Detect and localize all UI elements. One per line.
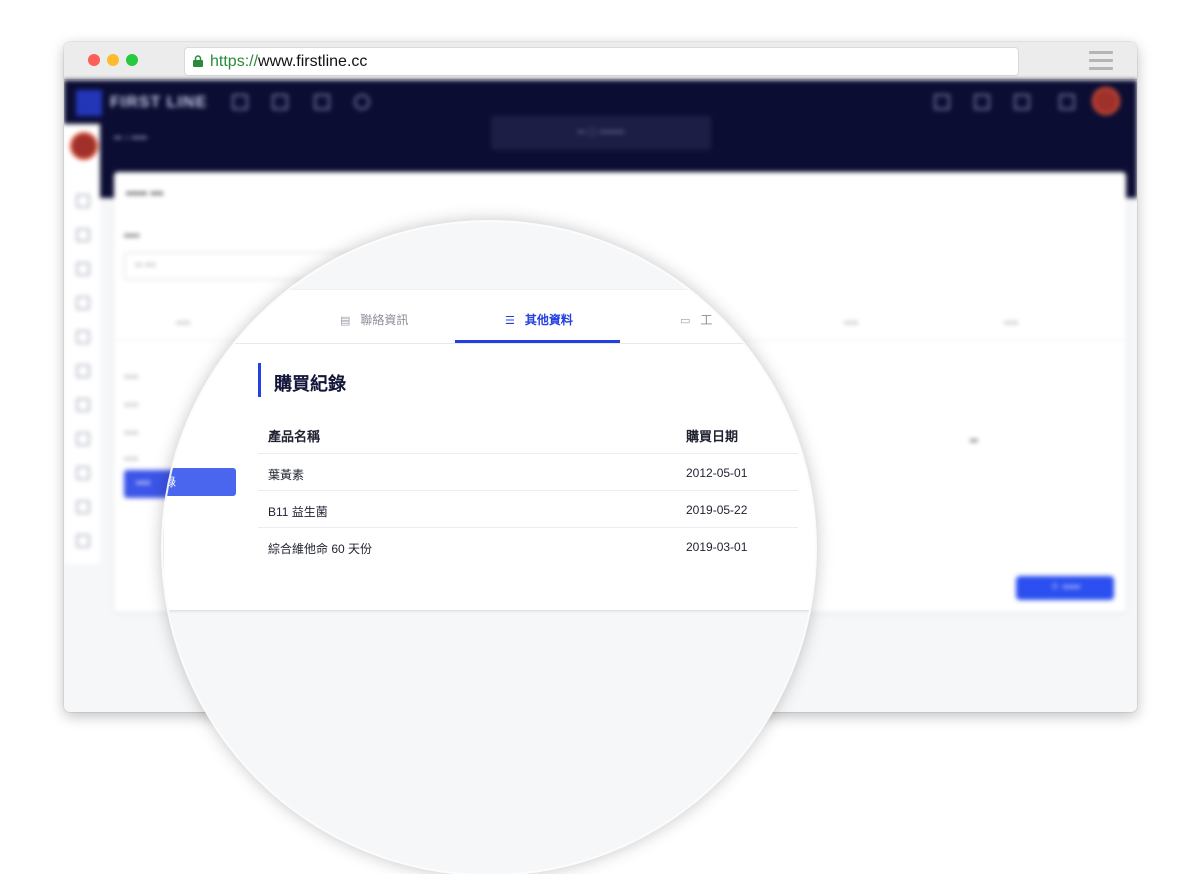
section-accent-bar (258, 363, 261, 397)
cell-product: 綜合維他命 60 天份 (268, 542, 373, 556)
customer-name: ▪▪▪▪▪ ▪▪▪ (126, 186, 164, 200)
sidebar-icon-2[interactable] (76, 228, 90, 242)
url-scheme: https:// (210, 53, 259, 70)
side-menu-purchase-records[interactable]: 錄 (163, 468, 236, 496)
sidebar-icon-8[interactable] (76, 432, 90, 446)
address-bar[interactable]: https://www.firstline.cc (184, 47, 1019, 76)
background-qty-header: ▪▪ (970, 435, 978, 447)
tab-bar (164, 290, 815, 344)
bell-icon[interactable] (974, 94, 990, 110)
hamburger-menu-icon[interactable] (1089, 51, 1113, 70)
cell-product: B11 益生菌 (268, 505, 328, 519)
url-host: www.firstline.cc (258, 53, 368, 70)
sidebar-icon-7[interactable] (76, 398, 90, 412)
add-purchase-button[interactable]: ＋ ▪▪▪▪▪ (1016, 576, 1114, 600)
cell-date: 2019-03-01 (686, 540, 748, 554)
chat-icon[interactable] (934, 94, 950, 110)
search-icon[interactable] (354, 94, 370, 110)
maximize-window-button[interactable] (126, 54, 138, 66)
cell-product: 葉黃素 (268, 468, 305, 482)
lock-icon (193, 55, 203, 67)
row-divider (258, 490, 798, 491)
row-divider (258, 453, 798, 454)
sidebar-icon-9[interactable] (76, 466, 90, 480)
url-text: https://www.firstline.cc (210, 53, 367, 71)
sidebar-icon-11[interactable] (76, 534, 90, 548)
quick-search-hint[interactable]: ▪▪ ▢ ▪▪▪▪▪▪▪ (491, 116, 711, 150)
column-header-date: 購買日期 (686, 429, 739, 444)
column-header-product: 產品名稱 (268, 429, 321, 444)
sidebar-icon-1[interactable] (76, 194, 90, 208)
breadcrumb: ▪▪ › ▪▪▪▪ (114, 132, 148, 144)
minimize-window-button[interactable] (107, 54, 119, 66)
sidebar-avatar[interactable] (70, 132, 98, 160)
logo-icon (76, 90, 102, 116)
home-icon[interactable] (1014, 94, 1030, 110)
tab-other-info[interactable]: ☰ 其他資料 (505, 294, 573, 346)
cell-date: 2019-05-22 (686, 503, 748, 517)
row-divider (258, 527, 798, 528)
calendar-icon[interactable] (314, 94, 330, 110)
tab-label: 聯絡資訊 (360, 313, 409, 327)
brand-name: FIRST LINE (110, 94, 208, 111)
tab-ticket[interactable]: ▭ 工 (680, 294, 712, 346)
user-avatar[interactable] (1092, 87, 1120, 115)
cell-date: 2012-05-01 (686, 466, 748, 480)
browser-chrome: https://www.firstline.cc (64, 42, 1137, 80)
sidebar-icon-4[interactable] (76, 296, 90, 310)
contact-icon: ▤ (340, 315, 351, 327)
sidebar-icon-10[interactable] (76, 500, 90, 514)
magnifier-lens: ▤聯絡資訊 ☰其他資料 ▭工 錄 購買紀錄 產品名稱 購買日期 數量 葉黃素 2… (163, 222, 815, 874)
active-tab-indicator (455, 340, 620, 343)
left-sidebar (64, 124, 100, 564)
field-label: ▪▪▪▪ (124, 230, 140, 242)
close-window-button[interactable] (88, 54, 100, 66)
sidebar-icon-5[interactable] (76, 330, 90, 344)
section-title: 購買紀錄 (274, 374, 346, 394)
megaphone-icon[interactable] (232, 94, 248, 110)
tab-label: 工 (700, 313, 713, 327)
side-menu-label: 錄 (164, 475, 177, 489)
phone-icon[interactable] (1059, 94, 1075, 110)
document-icon[interactable] (272, 94, 288, 110)
tab-label: 其他資料 (524, 313, 573, 327)
sidebar-icon-3[interactable] (76, 262, 90, 276)
ticket-icon: ▭ (680, 315, 691, 327)
sidebar-icon-6[interactable] (76, 364, 90, 378)
tab-contact-info[interactable]: ▤ 聯絡資訊 (340, 294, 408, 346)
